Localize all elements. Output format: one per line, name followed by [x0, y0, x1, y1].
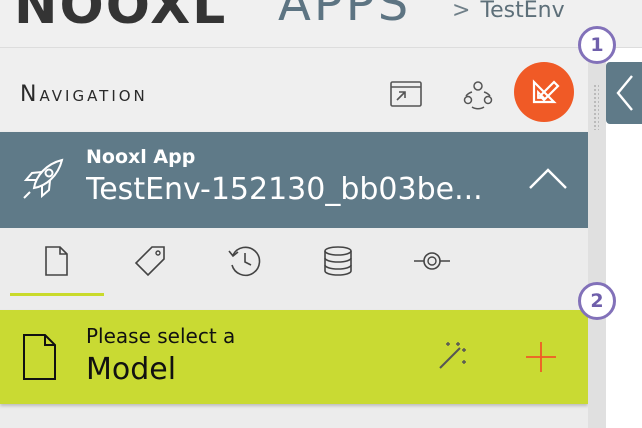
add-icon[interactable]	[522, 338, 560, 376]
splitter-grip[interactable]	[593, 84, 599, 130]
history-icon	[228, 246, 261, 277]
app-subtitle: Nooxl App	[86, 146, 196, 168]
chevron-up-icon[interactable]	[526, 160, 570, 200]
tab-history[interactable]	[198, 228, 290, 294]
apps-logo-text: APPS	[278, 0, 412, 32]
edit-mode-button[interactable]	[514, 62, 574, 122]
tab-documents[interactable]	[10, 228, 102, 294]
tag-icon	[134, 246, 165, 277]
active-tab-indicator	[10, 293, 104, 296]
source-commit-icon	[414, 252, 450, 270]
app-name: TestEnv-152130_bb03be...	[86, 172, 483, 207]
model-label: Model	[86, 352, 177, 387]
database-icon	[324, 246, 352, 276]
callout-badge-1: 1	[578, 26, 616, 64]
open-window-button[interactable]	[386, 74, 426, 114]
document-icon	[45, 246, 68, 276]
chevron-left-icon	[616, 75, 633, 111]
rocket-icon	[23, 158, 64, 199]
collaboration-icon	[463, 81, 493, 110]
navigation-panel: Navigation Nooxl App TestEnv-152130_bb03…	[0, 48, 588, 428]
tab-data[interactable]	[292, 228, 384, 294]
document-icon	[23, 334, 56, 380]
tab-sources[interactable]	[386, 228, 478, 294]
nooxl-logo: NOOXL	[14, 0, 228, 36]
navigation-title: Navigation	[20, 82, 148, 107]
navigation-tabs	[0, 228, 588, 298]
model-selector[interactable]: Please select a Model	[0, 310, 588, 404]
model-prompt: Please select a	[86, 324, 236, 348]
magic-wand-icon[interactable]	[434, 338, 470, 374]
window-link-icon	[390, 81, 422, 107]
edit-ruler-icon	[532, 79, 560, 104]
top-header: NOOXL APPS > TestEnv	[0, 0, 642, 48]
tab-tags[interactable]	[104, 228, 196, 294]
callout-badge-2: 2	[578, 282, 616, 320]
breadcrumb-item-testenv[interactable]: TestEnv	[480, 0, 564, 23]
navigation-header: Navigation	[0, 48, 588, 132]
collaboration-button[interactable]	[458, 74, 498, 114]
breadcrumb-separator: >	[452, 0, 471, 23]
collapse-panel-button[interactable]	[606, 62, 642, 124]
app-selector[interactable]: Nooxl App TestEnv-152130_bb03be...	[0, 132, 588, 228]
app-window: NOOXL APPS > TestEnv Navigation Nooxl Ap…	[0, 0, 642, 428]
breadcrumb[interactable]: > TestEnv	[452, 0, 565, 22]
